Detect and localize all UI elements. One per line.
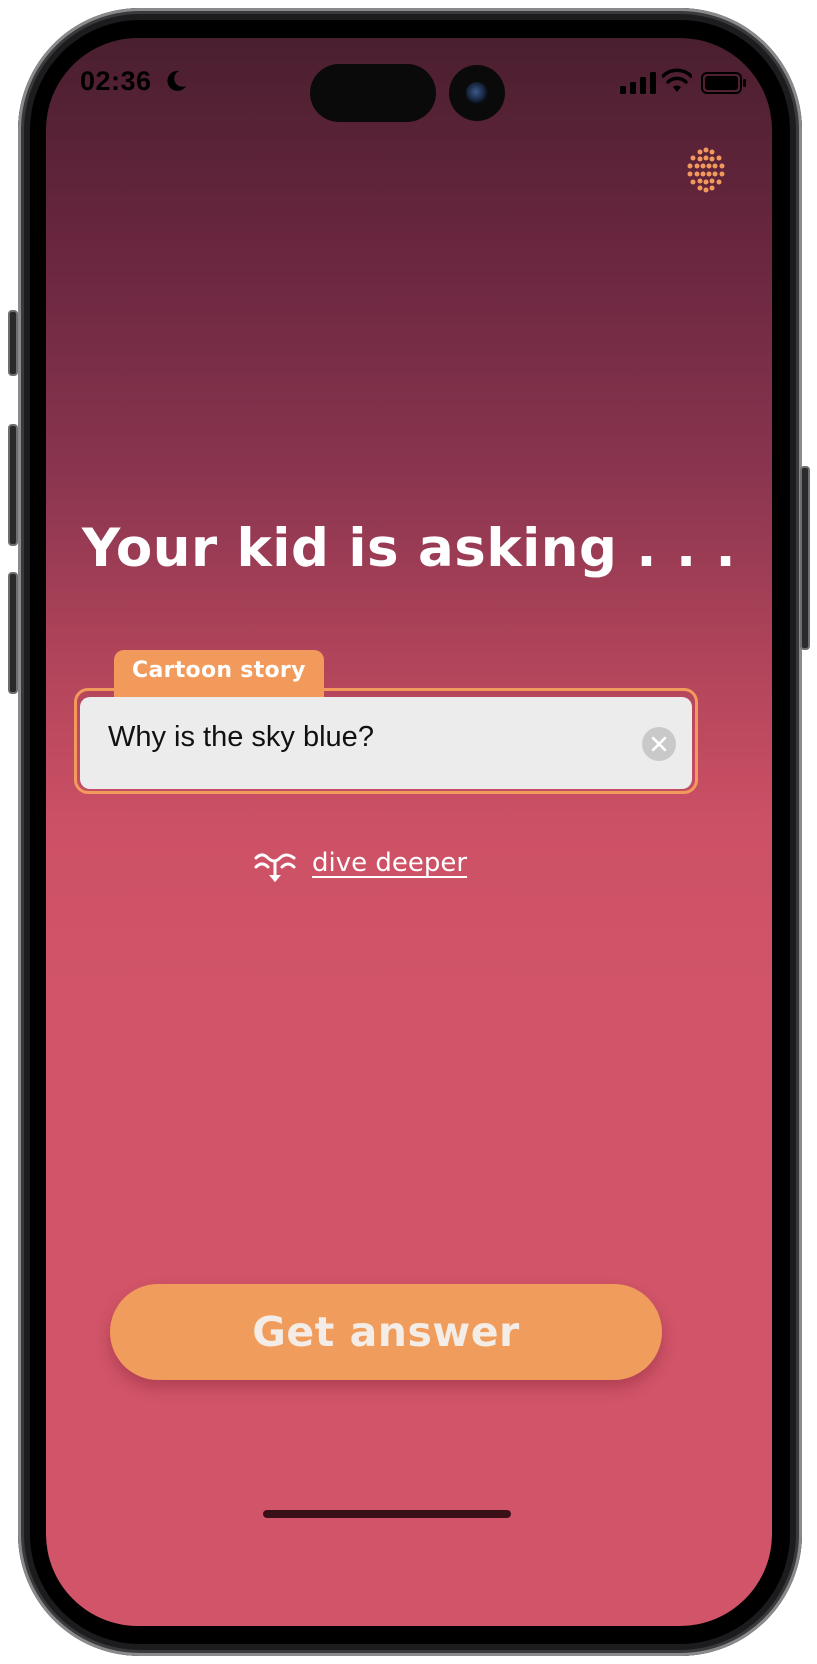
volume-up-button xyxy=(8,424,18,546)
signal-icon xyxy=(620,72,656,94)
battery-icon xyxy=(701,72,746,94)
mode-tab-cartoon-story[interactable]: Cartoon story xyxy=(114,650,324,698)
get-answer-label: Get answer xyxy=(252,1308,520,1356)
wifi-icon xyxy=(662,68,692,92)
volume-down-button xyxy=(8,572,18,694)
question-input-value[interactable]: Why is the sky blue? xyxy=(108,721,374,754)
power-button xyxy=(800,466,810,650)
dynamic-island xyxy=(310,64,436,122)
dive-deeper-link[interactable]: dive deeper xyxy=(312,848,467,878)
front-camera xyxy=(449,65,505,121)
moon-icon xyxy=(167,70,186,91)
home-indicator[interactable] xyxy=(263,1510,511,1518)
question-input[interactable]: Why is the sky blue? xyxy=(80,697,692,789)
app-screen: 02:36 Your kid is asking . . . Cartoon s… xyxy=(46,38,772,1626)
clear-icon[interactable] xyxy=(642,727,676,761)
status-time: 02:36 xyxy=(80,66,152,96)
dot-grid-icon[interactable] xyxy=(682,146,730,194)
silent-switch xyxy=(8,310,18,376)
page-heading: Your kid is asking . . . xyxy=(81,518,737,579)
dive-deeper-icon[interactable] xyxy=(254,850,296,886)
get-answer-button[interactable]: Get answer xyxy=(110,1284,662,1380)
